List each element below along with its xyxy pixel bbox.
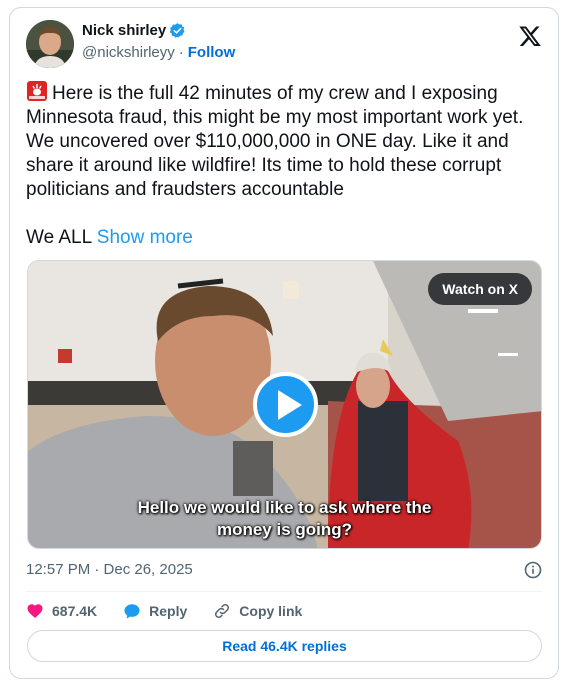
video-player[interactable]: Watch on X Hello we would like to ask wh… <box>27 260 542 549</box>
likes-count: 687.4K <box>52 603 98 619</box>
divider <box>26 591 542 592</box>
name-row: Nick shirley <box>82 22 186 39</box>
like-button[interactable]: 687.4K <box>26 602 97 620</box>
author-handle[interactable]: @nickshirleyy <box>82 44 175 61</box>
copy-link-label: Copy link <box>239 603 303 619</box>
info-icon[interactable] <box>524 561 542 579</box>
handle-row: @nickshirleyy · Follow <box>82 44 235 61</box>
tweet-timestamp[interactable]: 12:57 PM · Dec 26, 2025 <box>26 561 193 578</box>
read-replies-button[interactable]: Read 46.4K replies <box>27 630 542 662</box>
link-icon <box>215 603 230 619</box>
tweet-body-tail: We ALL <box>26 227 92 248</box>
play-icon <box>278 390 302 420</box>
tweet-card: Nick shirley @nickshirleyy · Follow Here… <box>9 7 559 679</box>
heart-icon <box>27 604 43 618</box>
reply-bubble-icon <box>124 604 140 619</box>
caption-line-2: money is going? <box>216 520 353 539</box>
reply-label: Reply <box>149 603 188 619</box>
siren-emoji-icon <box>26 80 48 102</box>
avatar[interactable] <box>26 20 74 68</box>
tweet-header: Nick shirley @nickshirleyy · Follow <box>26 20 542 72</box>
tweet-text: Here is the full 42 minutes of my crew a… <box>26 80 542 250</box>
video-caption: Hello we would like to ask where the mon… <box>28 497 541 541</box>
play-button[interactable] <box>253 372 318 437</box>
caption-line-1: Hello we would like to ask where the <box>137 498 432 517</box>
follow-button[interactable]: Follow <box>188 44 236 61</box>
watch-on-x-button[interactable]: Watch on X <box>428 273 532 305</box>
show-more-link[interactable]: Show more <box>97 227 193 248</box>
author-name[interactable]: Nick shirley <box>82 22 166 39</box>
verified-badge-icon <box>169 22 186 39</box>
copy-link-button[interactable]: Copy link <box>213 602 302 620</box>
reply-button[interactable]: Reply <box>123 602 187 620</box>
action-bar: 687.4K Reply Copy link <box>26 600 302 622</box>
separator-dot: · <box>178 44 184 61</box>
x-logo-icon[interactable] <box>518 24 542 48</box>
tweet-body: Here is the full 42 minutes of my crew a… <box>26 83 529 200</box>
